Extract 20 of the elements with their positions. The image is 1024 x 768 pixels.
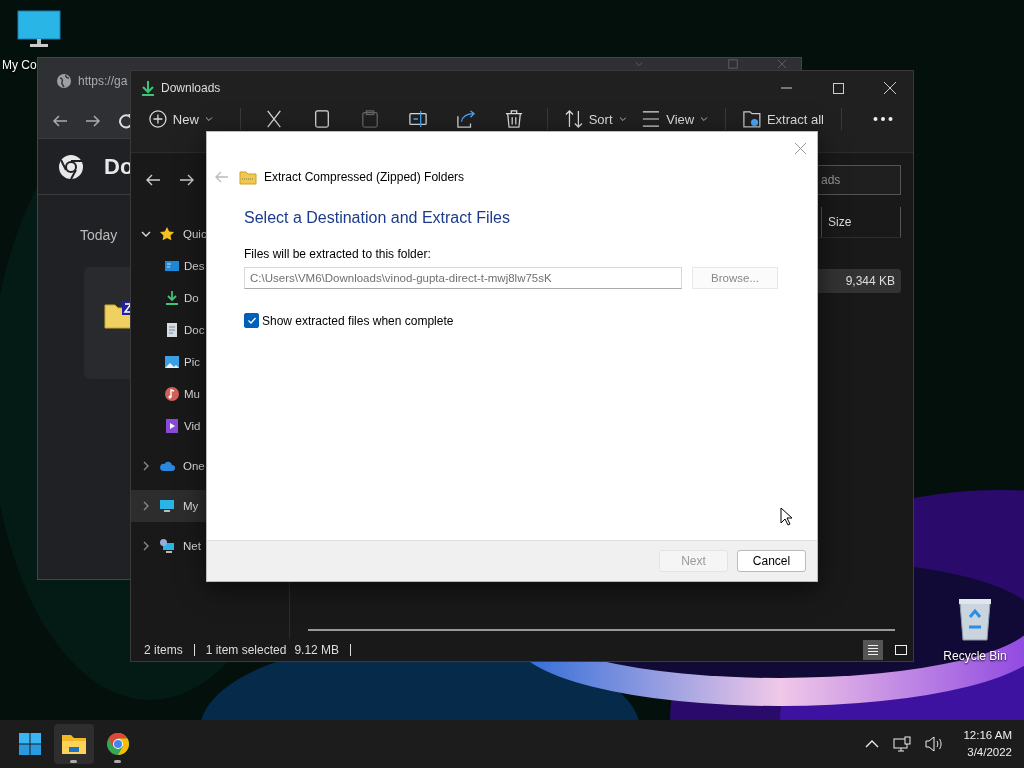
- selection-info: 1 item selected: [205, 643, 287, 657]
- file-size: 9,344 KB: [845, 274, 895, 288]
- page-address: https://ga: [78, 74, 128, 88]
- navigation-label: Do: [184, 292, 199, 304]
- item-count: 2 items: [144, 643, 183, 657]
- navigation-label: My: [183, 500, 199, 512]
- date-group-label: Today: [80, 227, 118, 243]
- navigation-label: Quic: [183, 228, 207, 240]
- navigation-label: Vid: [184, 420, 201, 432]
- navigation-label: Net: [183, 540, 201, 552]
- dialog-heading: Select a Destination and Extract Files: [244, 209, 510, 227]
- window-title: Downloads: [161, 81, 221, 95]
- selection-size: 9.12 MB: [294, 643, 340, 657]
- navigation-label: Doc: [184, 324, 205, 336]
- field-label: Files will be extracted to this folder:: [244, 247, 431, 261]
- navigation-label: Mu: [184, 388, 200, 400]
- dialog-title: Extract Compressed (Zipped) Folders: [264, 170, 465, 184]
- navigation-label: One: [183, 460, 205, 472]
- navigation-label: Des: [184, 260, 205, 272]
- navigation-label: Pic: [184, 356, 200, 368]
